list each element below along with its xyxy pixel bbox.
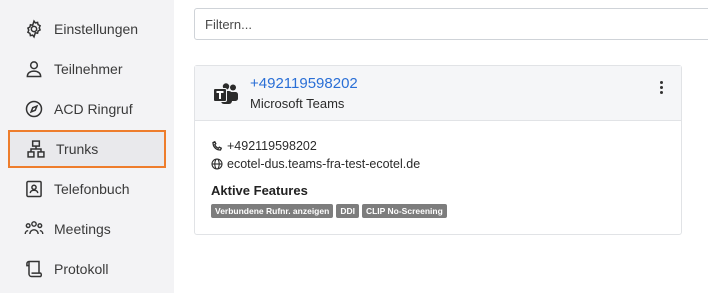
sidebar-item-label: Trunks xyxy=(56,141,99,157)
globe-icon xyxy=(211,158,223,170)
group-icon xyxy=(24,221,44,235)
gear-icon xyxy=(26,19,42,39)
user-icon xyxy=(26,61,42,78)
contact-book-icon xyxy=(26,180,42,198)
dot-icon xyxy=(659,85,663,89)
more-options-button[interactable] xyxy=(655,78,667,96)
sidebar-item-label: Teilnehmer xyxy=(54,61,123,77)
trunk-number-link[interactable]: +492119598202 xyxy=(250,75,358,92)
phone-icon xyxy=(212,140,223,151)
microsoft-teams-icon xyxy=(213,83,238,104)
feature-badge: CLIP No-Screening xyxy=(361,204,447,218)
compass-icon xyxy=(25,100,43,118)
feature-badges: Verbundene Rufnr. anzeigen DDI CLIP No-S… xyxy=(211,204,447,218)
trunk-card: +492119598202 Microsoft Teams +492119598… xyxy=(194,65,682,235)
main-content: +492119598202 Microsoft Teams +492119598… xyxy=(174,0,708,293)
trunk-phone-row: +492119598202 xyxy=(211,139,317,153)
sidebar-item-einstellungen[interactable]: Einstellungen xyxy=(8,10,166,48)
sidebar-item-acd-ringruf[interactable]: ACD Ringruf xyxy=(8,90,166,128)
network-icon xyxy=(27,140,45,158)
sidebar-item-label: Einstellungen xyxy=(54,21,139,37)
trunk-type: Microsoft Teams xyxy=(250,96,345,111)
filter-input[interactable] xyxy=(194,8,708,40)
feature-badge: Verbundene Rufnr. anzeigen xyxy=(211,204,334,218)
sidebar-item-label: Protokoll xyxy=(54,261,109,277)
scroll-icon xyxy=(26,260,43,278)
feature-badge: DDI xyxy=(336,204,359,218)
sidebar-item-telefonbuch[interactable]: Telefonbuch xyxy=(8,170,166,208)
trunk-phone: +492119598202 xyxy=(227,139,317,153)
trunk-domain-row: ecotel-dus.teams-fra-test-ecotel.de xyxy=(211,157,420,171)
dot-icon xyxy=(659,80,663,84)
trunk-domain: ecotel-dus.teams-fra-test-ecotel.de xyxy=(227,157,421,171)
sidebar-item-label: ACD Ringruf xyxy=(54,101,133,117)
sidebar-item-protokoll[interactable]: Protokoll xyxy=(8,250,166,288)
sidebar: Einstellungen Teilnehmer ACD Ringruf Tru… xyxy=(0,0,174,293)
sidebar-item-label: Telefonbuch xyxy=(54,181,130,197)
sidebar-item-teilnehmer[interactable]: Teilnehmer xyxy=(8,50,166,88)
sidebar-item-trunks[interactable]: Trunks xyxy=(8,130,166,168)
sidebar-item-meetings[interactable]: Meetings xyxy=(8,210,166,248)
sidebar-item-label: Meetings xyxy=(54,221,111,237)
trunk-card-header: +492119598202 Microsoft Teams xyxy=(195,66,681,121)
dot-icon xyxy=(659,90,663,94)
features-title: Aktive Features xyxy=(211,183,308,198)
